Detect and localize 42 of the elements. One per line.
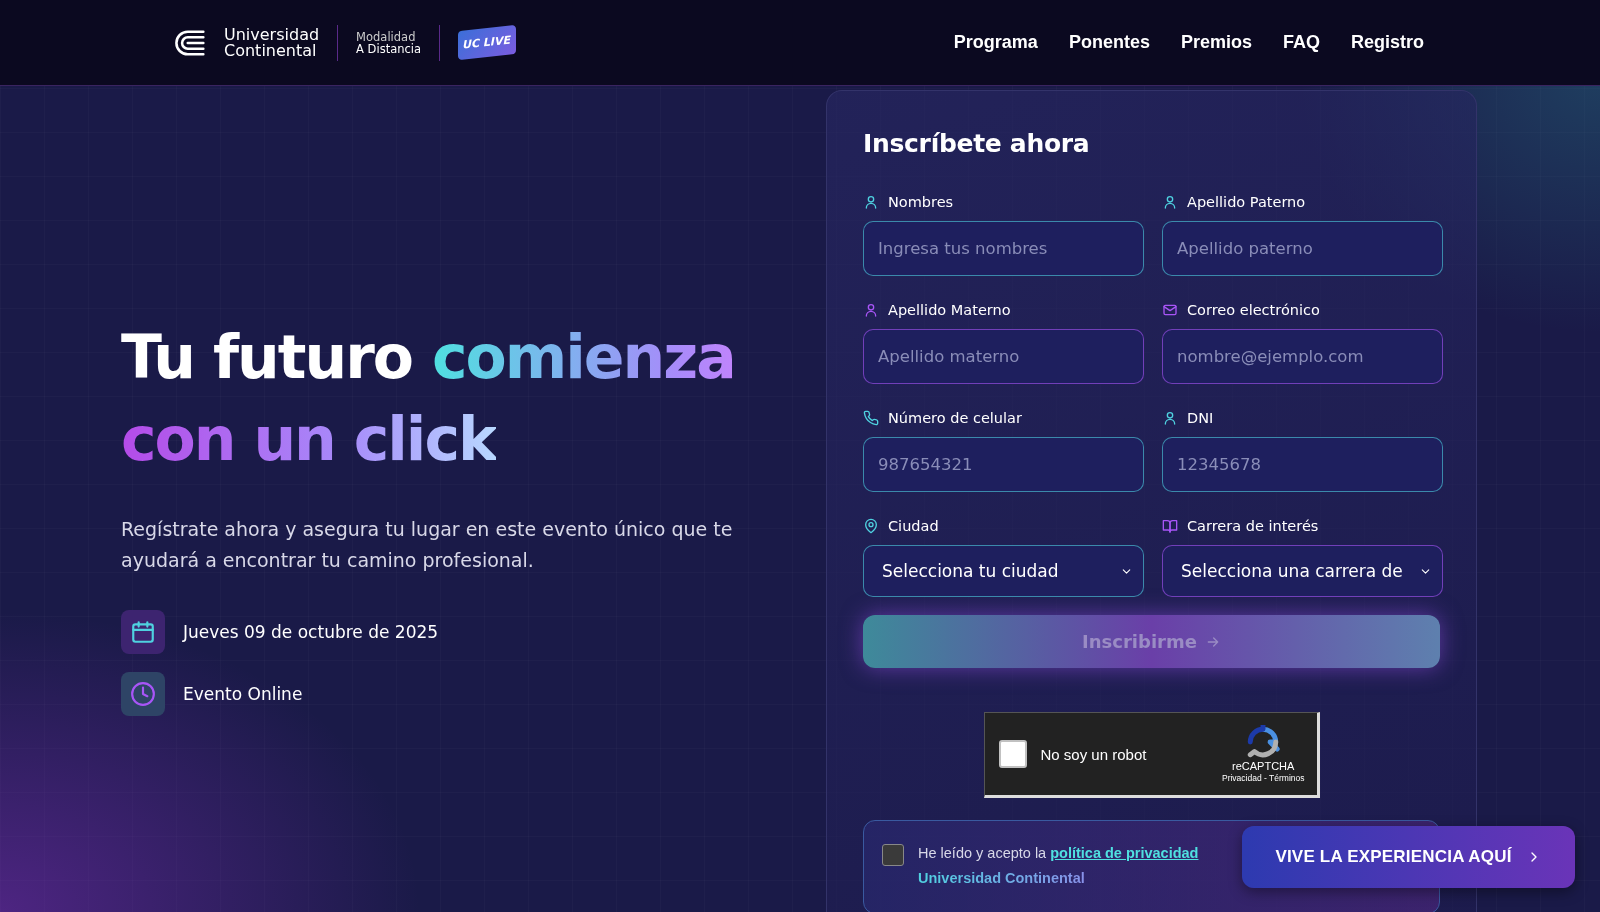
checkbox[interactable] [998, 740, 1027, 768]
field-label: Apellido Materno [888, 302, 1011, 318]
form-title: Inscríbete ahora [863, 129, 1091, 158]
nav-link[interactable]: Premios [1180, 32, 1252, 53]
captcha-label: No soy un robot [1040, 745, 1147, 763]
field-label: Apellido Paterno [1187, 194, 1306, 210]
input-field[interactable]: Apellido paterno [1162, 221, 1443, 276]
checkbox[interactable] [882, 844, 904, 866]
input-field[interactable]: 12345678 [1162, 437, 1443, 492]
captcha-links[interactable]: Privacidad - Términos [1222, 773, 1305, 783]
hero-description: Regístrate ahora y asegura tu lugar en este evento único que te ayudará a encontrar tu camino profesional. [121, 517, 734, 573]
nav-link[interactable]: Ponentes [1068, 32, 1150, 53]
brand-name: Continental [224, 42, 318, 59]
nav-link[interactable]: Registro [1351, 32, 1424, 53]
privacy-link[interactable]: política de privacidad [1050, 845, 1199, 861]
clock-icon [130, 681, 156, 707]
brand-name: Universidad [224, 26, 320, 43]
input-field[interactable]: 987654321 [863, 437, 1144, 492]
field-label: DNI [1187, 410, 1214, 426]
field-label: Ciudad [888, 518, 939, 534]
event-logo: UC LIVE [458, 24, 517, 61]
captcha-logo-icon [1246, 725, 1281, 759]
nav-link[interactable]: Programa [953, 32, 1038, 53]
dropdown[interactable]: Selecciona tu ciudad [863, 545, 1144, 597]
event-detail: Jueves 09 de octubre de 2025 [183, 622, 439, 642]
modality-label: A Distancia [356, 42, 422, 55]
experience-button[interactable]: VIVE LA EXPERIENCIA AQUÍ [1242, 826, 1575, 888]
dropdown[interactable]: Selecciona una carrera de [1162, 545, 1443, 597]
field-label: Número de celular [888, 410, 1022, 426]
nav-link[interactable]: FAQ [1282, 32, 1320, 53]
field-label: Correo electrónico [1187, 302, 1320, 318]
modality-label: Modalidad [356, 30, 416, 43]
headline-text: Tu futuro [121, 321, 412, 394]
input-field[interactable]: nombre@ejemplo.com [1162, 329, 1443, 384]
field-label: Nombres [888, 194, 954, 210]
input-field[interactable]: Apellido materno [863, 329, 1144, 384]
field-label: Carrera de interés [1187, 518, 1319, 534]
calendar-icon [130, 619, 156, 645]
consent-text: He leído y acepto la [918, 845, 1048, 861]
event-detail: Evento Online [183, 684, 303, 704]
captcha-brand: reCAPTCHA [1232, 760, 1295, 772]
input-field[interactable]: Ingresa tus nombres [863, 221, 1144, 276]
